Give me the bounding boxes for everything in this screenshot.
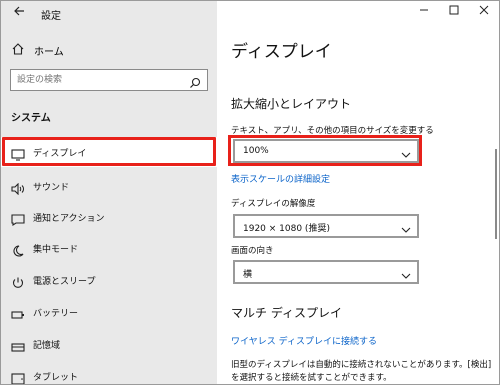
app-title: 設定 — [41, 11, 61, 22]
page-title: ディスプレイ — [231, 42, 332, 62]
sidebar-item-label: 電源とスリープ — [33, 277, 96, 287]
orientation-label: 画面の向き — [231, 246, 274, 256]
sidebar-item-sound[interactable]: サウンド — [1, 171, 217, 201]
sidebar-item-power[interactable]: 電源とスリープ — [1, 265, 217, 295]
main-panel: ディスプレイ 拡大縮小とレイアウト テキスト、アプリ、その他の項目のサイズを変更… — [217, 1, 499, 384]
orientation-value: 横 — [243, 270, 253, 280]
resolution-dropdown[interactable]: 1920 × 1080 (推奨) — [233, 214, 419, 238]
sidebar-item-notifications[interactable]: 通知とアクション — [1, 202, 217, 232]
sidebar-item-label: ホーム — [34, 47, 64, 58]
search-icon[interactable] — [189, 74, 201, 88]
scrollbar[interactable] — [495, 149, 497, 239]
tablet-icon — [11, 370, 25, 384]
scale-layout-heading: 拡大縮小とレイアウト — [231, 97, 352, 111]
resolution-value: 1920 × 1080 (推奨) — [243, 224, 330, 234]
sidebar-item-home[interactable]: ホーム — [1, 39, 217, 61]
section-heading: システム — [11, 113, 51, 124]
battery-icon — [11, 306, 25, 319]
chevron-down-icon — [401, 220, 411, 233]
sidebar-item-label: サウンド — [33, 183, 70, 193]
detect-info-text: 旧型のディスプレイは自動的に接続されないことがあります。[検出] を選択すると接… — [231, 360, 492, 383]
selection-highlight — [2, 137, 216, 166]
sidebar-item-label: タブレット — [33, 373, 79, 383]
advanced-scaling-link[interactable]: 表示スケールの詳細設定 — [231, 172, 330, 185]
search-box[interactable] — [10, 69, 208, 91]
back-arrow-icon[interactable] — [9, 4, 29, 22]
notification-icon — [11, 211, 25, 227]
sidebar-item-label: バッテリー — [33, 309, 79, 319]
power-icon — [11, 274, 25, 288]
moon-icon — [11, 242, 25, 257]
sidebar-item-label: 通知とアクション — [33, 214, 105, 224]
chevron-down-icon — [401, 266, 411, 279]
speaker-icon — [11, 180, 25, 196]
minimize-icon[interactable] — [415, 5, 433, 19]
wireless-display-link[interactable]: ワイヤレス ディスプレイに接続する — [231, 334, 377, 347]
settings-window: 設定 ホーム システム ディスプレイ サウンド — [0, 0, 500, 385]
scale-highlight — [228, 135, 422, 166]
resolution-label: ディスプレイの解像度 — [231, 199, 316, 209]
sidebar-item-battery[interactable]: バッテリー — [1, 297, 217, 327]
sidebar-item-tablet[interactable]: タブレット — [1, 361, 217, 384]
sidebar-item-focus-assist[interactable]: 集中モード — [1, 233, 217, 263]
sidebar-item-label: 集中モード — [33, 245, 79, 255]
search-input[interactable] — [17, 73, 177, 87]
sidebar-item-storage[interactable]: 記憶域 — [1, 329, 217, 359]
multi-display-heading: マルチ ディスプレイ — [231, 306, 342, 320]
sidebar-item-label: 記憶域 — [33, 341, 61, 351]
titlebar: 設定 — [1, 1, 217, 27]
maximize-icon[interactable] — [445, 5, 463, 19]
sidebar: 設定 ホーム システム ディスプレイ サウンド — [1, 1, 217, 384]
close-icon[interactable] — [475, 5, 493, 19]
orientation-dropdown[interactable]: 横 — [233, 260, 419, 284]
storage-icon — [11, 338, 25, 352]
home-icon — [11, 41, 25, 57]
